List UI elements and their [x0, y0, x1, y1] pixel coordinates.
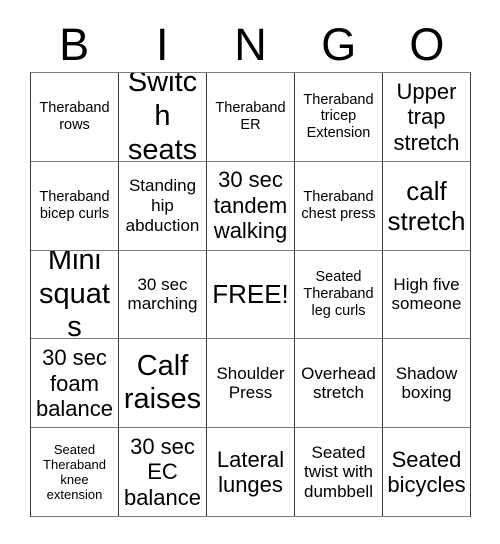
- bingo-cell-label: Seated Theraband leg curls: [303, 269, 374, 319]
- bingo-cell-label: 30 sec marching: [127, 274, 198, 314]
- bingo-cell-r3c4[interactable]: Seated Theraband leg curls: [295, 250, 383, 340]
- bingo-grid: Theraband rows Switch seats Theraband ER Th…: [30, 72, 471, 517]
- bingo-cell-label: Theraband bicep curls: [39, 188, 110, 222]
- bingo-cell-r2c4[interactable]: Theraband chest press: [295, 161, 383, 251]
- bingo-cell-r4c4[interactable]: Overhead stretch: [295, 339, 383, 429]
- bingo-cell-label: calf stretch: [387, 175, 466, 236]
- bingo-cell-r4c3[interactable]: Shoulder Press: [207, 339, 295, 429]
- bingo-cell-label: Theraband chest press: [301, 188, 376, 222]
- bingo-cell-label: 30 sec foam balance: [35, 345, 114, 422]
- bingo-cell-label: Mini squats: [39, 250, 110, 340]
- bingo-cell-r5c3[interactable]: Lateral lunges: [207, 428, 295, 517]
- bingo-card: BINGO Theraband rows Switch seats Theraban…: [0, 0, 500, 544]
- bingo-cell-label: Shadow boxing: [395, 363, 458, 403]
- bingo-cell-r3c5[interactable]: High five someone: [383, 250, 471, 340]
- bingo-header: BINGO: [30, 17, 471, 72]
- bingo-cell-r4c1[interactable]: 30 sec foam balance: [31, 339, 119, 429]
- bingo-cell-r2c5[interactable]: calf stretch: [383, 161, 471, 251]
- bingo-cell-r2c2[interactable]: Standing hip abduction: [119, 161, 207, 251]
- bingo-cell-label: 30 sec EC balance: [123, 433, 202, 510]
- bingo-cell-r5c1[interactable]: Seated Theraband knee extension: [31, 428, 119, 517]
- bingo-cell-label: Lateral lunges: [216, 446, 285, 498]
- bingo-cell-r3c2[interactable]: 30 sec marching: [119, 250, 207, 340]
- bingo-cell-label: FREE!: [212, 279, 289, 310]
- bingo-cell-label: Upper trap stretch: [393, 78, 460, 155]
- bingo-cell-r1c4[interactable]: Theraband tricep Extension: [295, 73, 383, 162]
- bingo-cell-r4c5[interactable]: Shadow boxing: [383, 339, 471, 429]
- bingo-cell-r1c5[interactable]: Upper trap stretch: [383, 73, 471, 162]
- bingo-cell-label: Shoulder Press: [216, 363, 285, 403]
- bingo-cell-r5c4[interactable]: Seated twist with dumbbell: [295, 428, 383, 517]
- bingo-cell-r3c1[interactable]: Mini squats: [31, 250, 119, 340]
- bingo-cell-label: Standing hip abduction: [125, 176, 200, 235]
- bingo-cell-r1c1[interactable]: Theraband rows: [31, 73, 119, 162]
- bingo-cell-r1c3[interactable]: Theraband ER: [207, 73, 295, 162]
- bingo-cell-r2c3[interactable]: 30 sec tandem walking: [207, 161, 295, 251]
- bingo-cell-r2c1[interactable]: Theraband bicep curls: [31, 161, 119, 251]
- bingo-cell-label: Theraband rows: [39, 100, 110, 133]
- bingo-header-letter-n: N: [234, 19, 267, 70]
- bingo-cell-label: Calf raises: [123, 349, 202, 416]
- bingo-header-letter-o: O: [409, 19, 445, 70]
- bingo-cell-r1c2[interactable]: Switch seats: [119, 73, 207, 162]
- bingo-cell-label: Switch seats: [127, 73, 198, 162]
- bingo-cell-label: Seated bicycles: [387, 446, 466, 498]
- bingo-cell-label: Seated twist with dumbbell: [304, 442, 373, 501]
- bingo-header-letter-g: G: [321, 19, 357, 70]
- bingo-cell-label: Seated Theraband knee extension: [43, 441, 106, 503]
- bingo-cell-r5c2[interactable]: 30 sec EC balance: [119, 428, 207, 517]
- bingo-cell-label: Theraband tricep Extension: [303, 91, 374, 142]
- bingo-cell-label: High five someone: [391, 274, 462, 314]
- bingo-header-letter-b: B: [59, 19, 90, 70]
- bingo-cell-label: Theraband ER: [215, 100, 286, 133]
- bingo-cell-label: 30 sec tandem walking: [213, 167, 288, 244]
- bingo-header-letter-i: I: [156, 19, 169, 70]
- bingo-cell-label: Overhead stretch: [301, 363, 376, 403]
- bingo-cell-free[interactable]: FREE!: [207, 250, 295, 340]
- bingo-cell-r5c5[interactable]: Seated bicycles: [383, 428, 471, 517]
- bingo-cell-r4c2[interactable]: Calf raises: [119, 339, 207, 429]
